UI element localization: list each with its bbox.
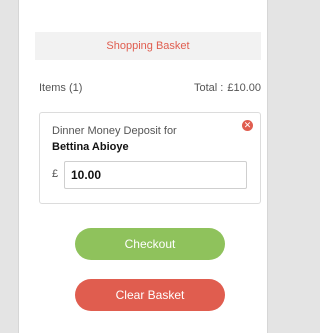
basket-item: Dinner Money Deposit for Bettina Abioye … bbox=[39, 112, 261, 204]
item-name: Bettina Abioye bbox=[52, 141, 129, 153]
items-count: Items (1) bbox=[39, 82, 83, 94]
basket-title: Shopping Basket bbox=[106, 40, 190, 52]
currency-symbol: £ bbox=[52, 168, 59, 180]
amount-input[interactable] bbox=[64, 161, 247, 189]
basket-header: Shopping Basket bbox=[35, 32, 261, 60]
item-description: Dinner Money Deposit for bbox=[52, 125, 177, 137]
total-value: £10.00 bbox=[227, 82, 261, 94]
basket-summary: Items (1) Total : £10.00 bbox=[39, 82, 261, 94]
clear-basket-button[interactable]: Clear Basket bbox=[75, 279, 225, 311]
basket-total: Total : £10.00 bbox=[194, 82, 261, 94]
total-label: Total : bbox=[193, 82, 224, 94]
basket-panel: Shopping Basket Items (1) Total : £10.00… bbox=[18, 0, 268, 333]
remove-icon[interactable]: ✕ bbox=[242, 120, 253, 131]
checkout-button[interactable]: Checkout bbox=[75, 228, 225, 260]
